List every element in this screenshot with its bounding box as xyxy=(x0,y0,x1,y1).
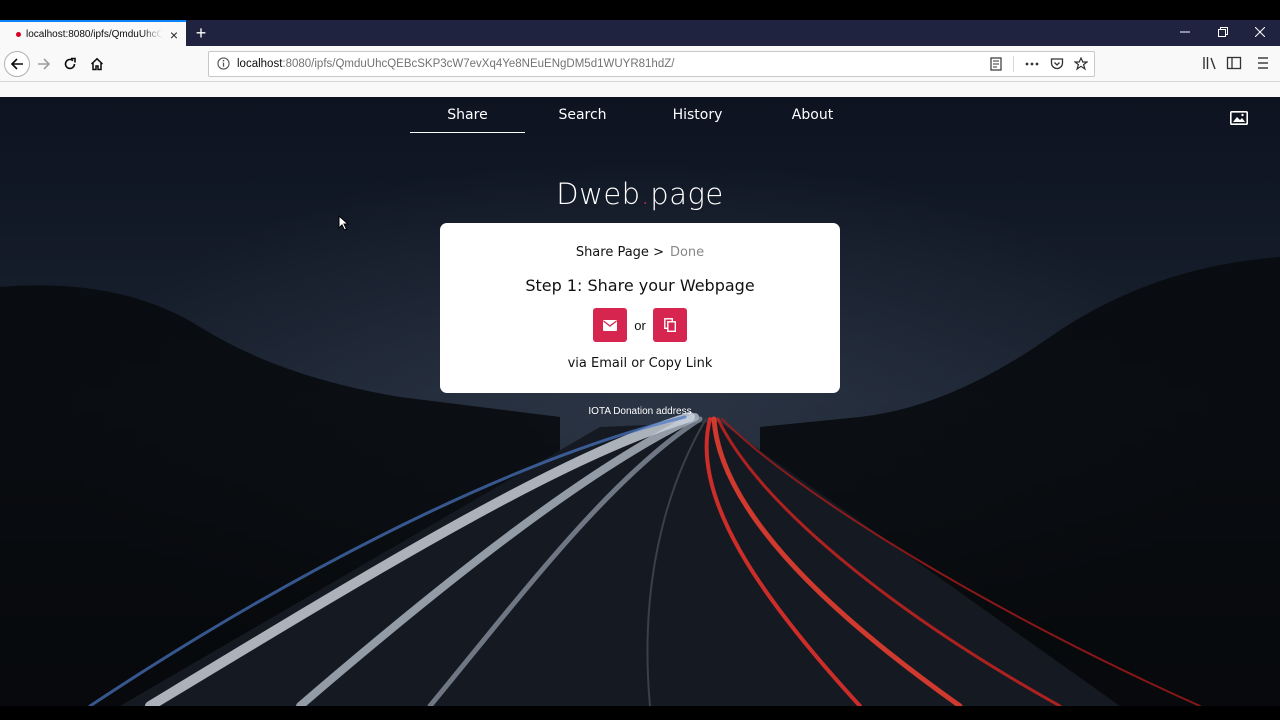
active-tab[interactable]: localhost:8080/ipfs/QmduUhcQEBcSKP3cW7ev… xyxy=(0,20,186,47)
tab-title: localhost:8080/ipfs/QmduUhcQEBcSKP3cW7ev… xyxy=(26,29,162,40)
pocket-icon[interactable] xyxy=(1050,57,1064,71)
url-text[interactable]: localhost:8080/ipfs/QmduUhcQEBcSKP3cW7ev… xyxy=(237,58,674,70)
share-actions: or xyxy=(440,308,840,342)
minimize-button[interactable] xyxy=(1165,20,1205,46)
more-icon[interactable] xyxy=(1024,57,1040,71)
back-arrow-icon xyxy=(10,58,23,70)
navigation-toolbar: localhost:8080/ipfs/QmduUhcQEBcSKP3cW7ev… xyxy=(0,46,1280,82)
mouse-cursor-icon xyxy=(338,215,350,231)
tab-bar: localhost:8080/ipfs/QmduUhcQEBcSKP3cW7ev… xyxy=(0,20,1280,47)
share-card: Share Page > Done Step 1: Share your Webp… xyxy=(440,223,840,393)
site-nav: Share Search History About xyxy=(410,97,870,133)
library-icon[interactable] xyxy=(1202,52,1218,74)
email-share-button[interactable] xyxy=(593,308,628,342)
nav-share-tab[interactable]: Share xyxy=(410,97,525,133)
url-host: localhost xyxy=(237,58,283,70)
restore-icon xyxy=(1218,27,1228,37)
url-bar[interactable]: localhost:8080/ipfs/QmduUhcQEBcSKP3cW7ev… xyxy=(208,51,1095,77)
copy-icon xyxy=(663,318,676,332)
toolbar-right xyxy=(1202,52,1274,74)
screen-bottom-bar xyxy=(0,706,1280,720)
wallpaper-icon xyxy=(1230,111,1248,125)
menu-icon[interactable] xyxy=(1250,52,1274,74)
reader-icon[interactable] xyxy=(989,57,1003,71)
url-bar-actions xyxy=(989,56,1088,72)
forward-button[interactable] xyxy=(32,52,56,76)
minimize-icon xyxy=(1180,31,1190,33)
nav-search-tab[interactable]: Search xyxy=(525,97,640,133)
screen-top-bar xyxy=(0,0,1280,20)
step-title: Step 1: Share your Webpage xyxy=(525,276,755,295)
home-button[interactable] xyxy=(85,52,109,76)
donation-link[interactable]: IOTA Donation address xyxy=(0,406,1280,417)
site-logo: Dweb.page xyxy=(0,177,1280,211)
nav-history-tab[interactable]: History xyxy=(640,97,755,133)
logo-text-dweb: Dweb xyxy=(556,177,641,211)
sidebar-icon[interactable] xyxy=(1226,52,1242,74)
share-hint: via Email or Copy Link xyxy=(567,356,713,371)
star-icon[interactable] xyxy=(1074,57,1088,71)
or-label: or xyxy=(634,317,646,333)
nav-about-tab[interactable]: About xyxy=(755,97,870,133)
breadcrumb-current: Share Page > xyxy=(575,245,664,260)
home-icon xyxy=(90,57,104,71)
new-tab-button[interactable]: + xyxy=(190,22,212,44)
logo-dot: . xyxy=(640,177,651,211)
close-icon xyxy=(1254,26,1266,38)
tab-favicon-icon xyxy=(16,32,21,37)
url-path: :8080/ipfs/QmduUhcQEBcSKP3cW7evXq4Ye8NEu… xyxy=(282,58,675,70)
forward-arrow-icon xyxy=(38,58,51,70)
back-button[interactable] xyxy=(4,51,30,77)
page-content: Share Search History About Dweb.page Sha… xyxy=(0,97,1280,706)
info-icon[interactable] xyxy=(217,57,230,70)
breadcrumb-next: Done xyxy=(669,245,705,260)
toolbar-bottom-gap xyxy=(0,82,1280,97)
copy-link-button[interactable] xyxy=(652,308,687,342)
tab-close-icon[interactable]: × xyxy=(170,28,178,42)
wallpaper-button[interactable] xyxy=(1230,111,1248,130)
url-separator xyxy=(1013,56,1014,72)
email-icon xyxy=(603,319,618,331)
reload-button[interactable] xyxy=(58,52,82,76)
logo-text-page: page xyxy=(650,177,724,211)
breadcrumb: Share Page > Done xyxy=(440,245,840,260)
reload-icon xyxy=(64,57,76,70)
close-window-button[interactable] xyxy=(1240,20,1280,46)
restore-button[interactable] xyxy=(1203,20,1243,46)
